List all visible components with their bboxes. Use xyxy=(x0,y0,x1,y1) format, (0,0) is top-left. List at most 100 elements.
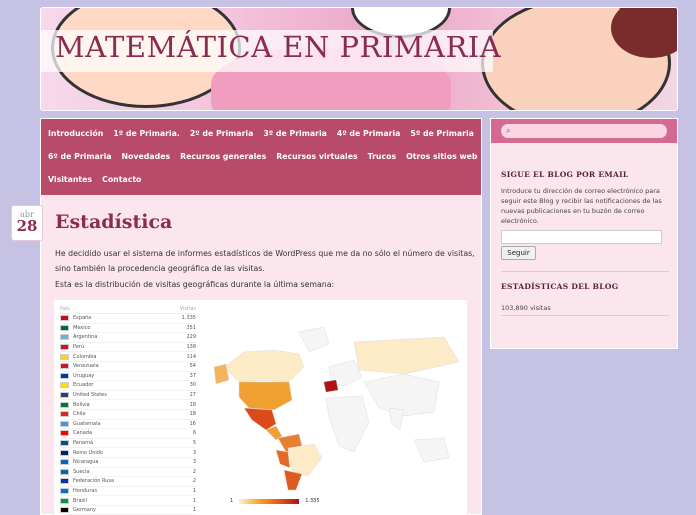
visit-count: 1 xyxy=(192,497,196,504)
table-row: Colombia 114 xyxy=(60,352,196,362)
visit-count: 37 xyxy=(189,372,196,379)
visit-count: 1 xyxy=(192,507,196,514)
country-name: Nicaragua xyxy=(73,459,99,466)
visit-count: 2 xyxy=(192,478,196,485)
flag-icon xyxy=(60,507,69,514)
country-name: Argentina xyxy=(73,334,98,341)
country-name: Uruguay xyxy=(73,372,95,379)
table-row: Canada 6 xyxy=(60,429,196,439)
table-row: Perú 138 xyxy=(60,343,196,353)
flag-icon xyxy=(60,497,69,504)
blog-stats-value: 103,890 visitas xyxy=(501,304,551,312)
country-name: Federación Rusa xyxy=(73,478,115,485)
flag-icon xyxy=(60,344,69,351)
nav-row-3: Visitantes Contacto xyxy=(45,168,477,191)
flag-icon xyxy=(60,487,69,494)
visit-count: 18 xyxy=(189,411,196,418)
sidebar: ⌕ SIGUE EL BLOG POR EMAIL Introduce tu d… xyxy=(490,118,678,349)
country-name: Ecuador xyxy=(73,382,94,389)
nav-item-2-primaria[interactable]: 2º de Primaria xyxy=(187,129,261,138)
country-name: Guatemala xyxy=(73,420,101,427)
main-navigation: Introducción 1º de Primaria. 2º de Prima… xyxy=(41,119,481,195)
nav-item-recursos-virtuales[interactable]: Recursos virtuales xyxy=(273,152,364,161)
country-name: Suecia xyxy=(73,468,90,475)
table-row: Uruguay 37 xyxy=(60,372,196,382)
table-row: Venezuela 54 xyxy=(60,362,196,372)
visit-count: 5 xyxy=(192,440,196,447)
nav-item-4-primaria[interactable]: 4º de Primaria xyxy=(334,129,408,138)
legend-gradient xyxy=(239,498,300,504)
country-name: Germany xyxy=(73,507,96,514)
visit-count: 114 xyxy=(186,353,196,360)
nav-item-otros-sitios[interactable]: Otros sitios web xyxy=(403,152,484,161)
nav-row-1: Introducción 1º de Primaria. 2º de Prima… xyxy=(45,122,477,145)
nav-item-trucos[interactable]: Trucos xyxy=(365,152,403,161)
flag-icon xyxy=(60,440,69,447)
country-name: Reino Unido xyxy=(73,449,103,456)
table-row: Mexico 351 xyxy=(60,324,196,334)
nav-item-novedades[interactable]: Novedades xyxy=(119,152,178,161)
post-date-day: 28 xyxy=(16,217,38,235)
post-title[interactable]: Estadística xyxy=(55,211,172,233)
nav-item-3-primaria[interactable]: 3º de Primaria xyxy=(260,129,334,138)
nav-item-recursos-generales[interactable]: Recursos generales xyxy=(177,152,273,161)
table-row: Federación Rusa 2 xyxy=(60,477,196,487)
post-paragraph: He decidido usar el sistema de informes … xyxy=(55,249,475,273)
visit-count: 3 xyxy=(192,459,196,466)
header-country: País xyxy=(60,306,70,312)
table-row: Germany 1 xyxy=(60,506,196,515)
table-row: Bolivia 18 xyxy=(60,400,196,410)
table-row: Argentina 229 xyxy=(60,333,196,343)
blog-stats-title: ESTADÍSTICAS DEL BLOG xyxy=(501,282,619,291)
email-field[interactable] xyxy=(501,230,662,244)
country-name: Perú xyxy=(73,344,85,351)
table-header: País Visitas xyxy=(60,305,196,314)
header-banner[interactable]: MATEMÁTICA EN PRIMARIA xyxy=(40,7,678,111)
nav-row-2: 6º de Primaria Novedades Recursos genera… xyxy=(45,145,478,168)
flag-icon xyxy=(60,392,69,399)
nav-item-5-primaria[interactable]: 5º de Primaria xyxy=(407,129,481,138)
map-legend: 1 1.335 xyxy=(230,498,320,504)
table-row: Nicaragua 3 xyxy=(60,458,196,468)
country-name: Chile xyxy=(73,411,86,418)
visit-count: 18 xyxy=(189,401,196,408)
visit-count: 1 xyxy=(192,487,196,494)
flag-icon xyxy=(60,449,69,456)
nav-item-introduccion[interactable]: Introducción xyxy=(45,129,110,138)
flag-icon xyxy=(60,478,69,485)
search-icon: ⌕ xyxy=(506,126,511,135)
country-name: Bolivia xyxy=(73,401,90,408)
visit-count: 1.335 xyxy=(181,315,196,322)
table-row: Chile 18 xyxy=(60,410,196,420)
flag-icon xyxy=(60,430,69,437)
nav-item-visitantes[interactable]: Visitantes xyxy=(45,175,99,184)
table-row: Suecia 2 xyxy=(60,468,196,478)
country-name: Mexico xyxy=(73,324,91,331)
legend-min: 1 xyxy=(230,498,234,504)
site-title[interactable]: MATEMÁTICA EN PRIMARIA xyxy=(55,30,501,64)
flag-icon xyxy=(60,315,69,322)
visit-count: 351 xyxy=(186,324,196,331)
nav-item-contacto[interactable]: Contacto xyxy=(99,175,148,184)
country-name: Canada xyxy=(73,430,93,437)
follow-button[interactable]: Seguir xyxy=(501,246,536,260)
visit-count: 6 xyxy=(192,430,196,437)
flag-icon xyxy=(60,401,69,408)
flag-icon xyxy=(60,468,69,475)
visit-count: 16 xyxy=(189,420,196,427)
visit-count: 138 xyxy=(186,344,196,351)
table-row: Panamá 5 xyxy=(60,439,196,449)
nav-item-6-primaria[interactable]: 6º de Primaria xyxy=(45,152,119,161)
flag-icon xyxy=(60,363,69,370)
flag-icon xyxy=(60,334,69,341)
country-visits-table: País Visitas España 1.335 Mexico 351 Argenti… xyxy=(60,305,196,515)
visit-count: 2 xyxy=(192,468,196,475)
post-paragraph: Esta es la distribución de visitas geogr… xyxy=(55,280,335,289)
search-input[interactable]: ⌕ xyxy=(501,124,667,138)
visit-count: 3 xyxy=(192,449,196,456)
table-row: United States 27 xyxy=(60,391,196,401)
table-row: España 1.335 xyxy=(60,314,196,324)
nav-item-1-primaria[interactable]: 1º de Primaria. xyxy=(110,129,186,138)
visits-stats-image: País Visitas España 1.335 Mexico 351 Argenti… xyxy=(53,299,468,515)
flag-icon xyxy=(60,420,69,427)
